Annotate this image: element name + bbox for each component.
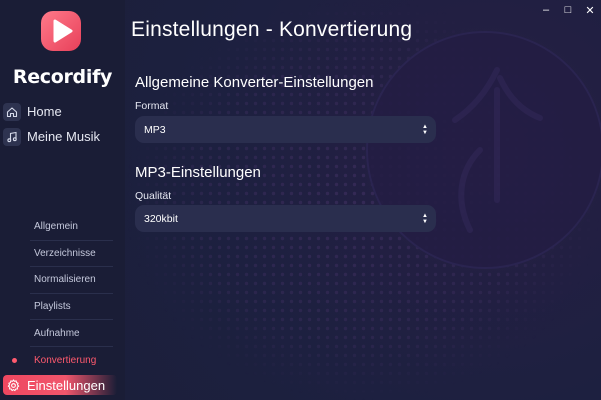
page-title: Einstellungen - Konvertierung <box>131 18 413 41</box>
recordify-logo-icon <box>41 11 81 51</box>
settings-button[interactable]: Einstellungen <box>3 375 117 395</box>
close-button[interactable]: ✕ <box>579 0 601 20</box>
up-down-arrows-icon: ▲ ▼ <box>422 123 428 136</box>
decorative-vinyl-background <box>125 0 601 400</box>
settings-sections-list: Allgemein Verzeichnisse Normalisieren Pl… <box>0 214 125 374</box>
main-content: Einstellungen - Konvertierung Allgemeine… <box>125 0 601 400</box>
minimize-button[interactable]: – <box>535 0 557 20</box>
format-select-value: MP3 <box>144 123 166 136</box>
nav-item-home[interactable]: Home <box>3 101 121 122</box>
settings-section-label: Playlists <box>34 301 71 313</box>
format-select[interactable]: MP3 ▲ ▼ <box>135 116 436 143</box>
quality-label: Qualität <box>135 190 172 202</box>
settings-section-label: Verzeichnisse <box>34 247 96 259</box>
general-converter-heading: Allgemeine Konverter-Einstellungen <box>135 74 374 91</box>
window-controls: – □ ✕ <box>535 0 601 20</box>
quality-select-value: 320kbit <box>144 212 178 225</box>
settings-section-directories[interactable]: Verzeichnisse <box>30 241 113 268</box>
up-down-arrows-icon: ▲ ▼ <box>422 212 428 225</box>
nav-item-my-music[interactable]: Meine Musik <box>3 126 121 147</box>
mp3-settings-heading: MP3-Einstellungen <box>135 164 261 181</box>
settings-section-conversion[interactable]: Konvertierung <box>12 347 113 374</box>
maximize-button[interactable]: □ <box>557 0 579 20</box>
nav-item-my-music-label: Meine Musik <box>27 129 100 144</box>
settings-section-label: Aufnahme <box>34 327 80 339</box>
format-label: Format <box>135 100 169 112</box>
settings-button-label: Einstellungen <box>27 377 106 393</box>
gear-icon <box>5 377 21 393</box>
sidebar: Recordify Home Meine Musik Allgemein Ver… <box>0 0 125 400</box>
quality-select[interactable]: 320kbit ▲ ▼ <box>135 205 436 232</box>
settings-section-label: Allgemein <box>34 221 78 233</box>
music-note-icon <box>3 127 21 146</box>
settings-section-label: Konvertierung <box>34 354 97 366</box>
settings-section-general[interactable]: Allgemein <box>30 214 113 241</box>
active-indicator-dot <box>12 357 17 363</box>
settings-section-label: Normalisieren <box>34 274 96 286</box>
settings-section-recording[interactable]: Aufnahme <box>30 320 113 347</box>
settings-section-normalize[interactable]: Normalisieren <box>30 267 113 294</box>
nav-item-home-label: Home <box>27 104 62 119</box>
home-icon <box>3 102 21 121</box>
settings-section-playlists[interactable]: Playlists <box>30 294 113 321</box>
app-name: Recordify <box>12 66 113 88</box>
